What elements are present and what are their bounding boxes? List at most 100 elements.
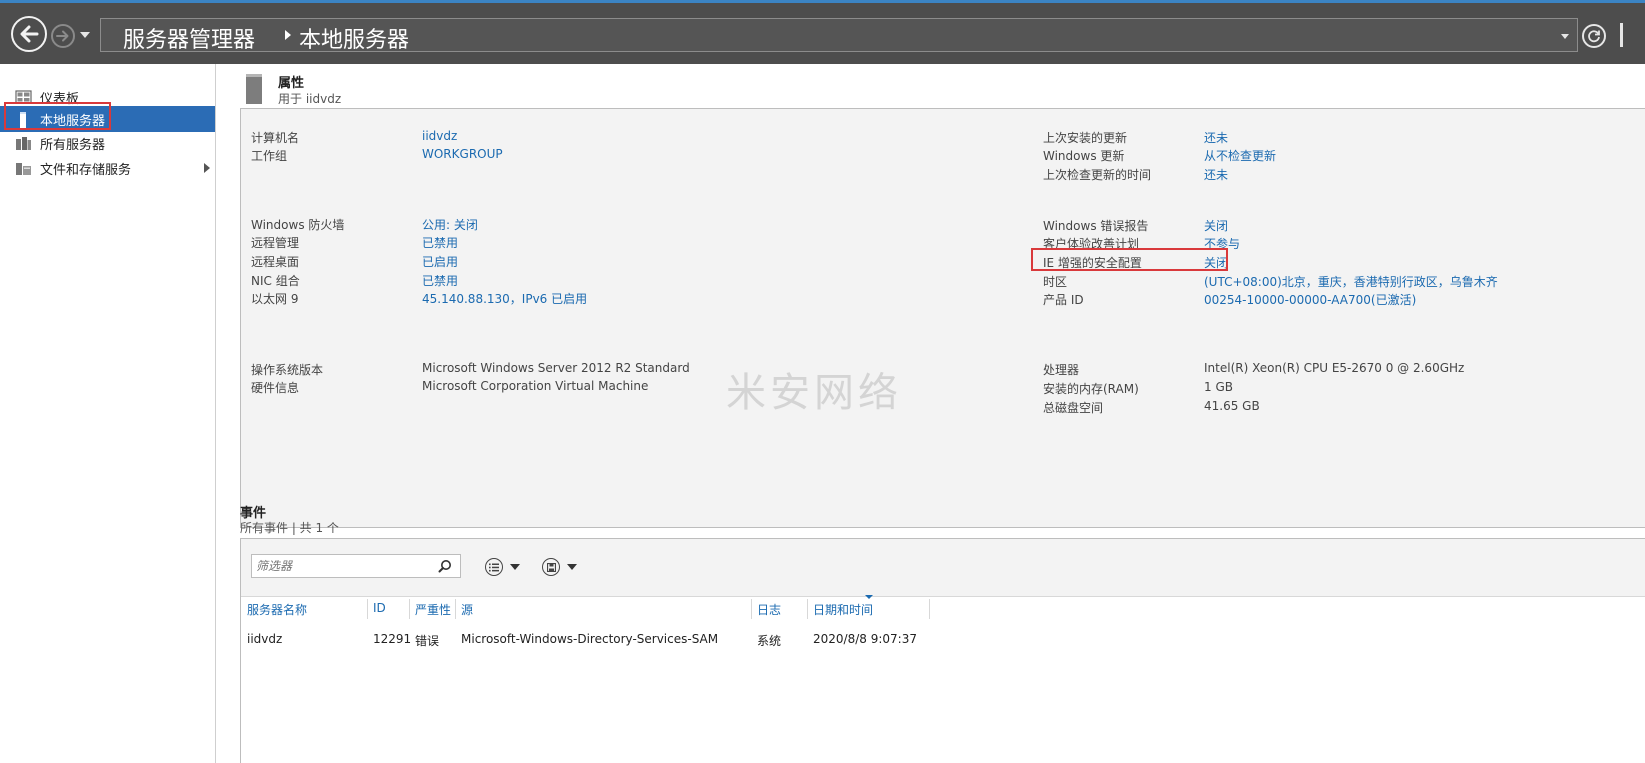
save-query-button[interactable]	[542, 556, 577, 578]
column-separator[interactable]	[367, 599, 368, 619]
flag-divider	[1620, 23, 1623, 47]
sidebar-item-file-storage[interactable]: 文件和存储服务	[0, 155, 215, 181]
prop-label: 时区	[1043, 275, 1068, 289]
column-separator[interactable]	[455, 599, 456, 619]
prop-label: 产品 ID	[1043, 293, 1084, 307]
sidebar-item-label: 本地服务器	[40, 113, 106, 129]
search-button[interactable]	[434, 556, 456, 576]
prop-label: 以太网 9	[251, 292, 299, 306]
workgroup-link[interactable]: WORKGROUP	[422, 147, 503, 161]
breadcrumb-root[interactable]: 服务器管理器	[123, 22, 255, 54]
prop-label: 安装的内存(RAM)	[1043, 382, 1139, 396]
events-subtitle: 所有事件 | 共 1 个	[240, 521, 339, 535]
ceip-link[interactable]: 不参与	[1204, 235, 1240, 252]
cell-server-name: iidvdz	[247, 632, 283, 646]
remote-desktop-link[interactable]: 已启用	[422, 253, 458, 270]
title-bar: 服务器管理器 本地服务器	[0, 0, 1645, 64]
prop-label: Windows 错误报告	[1043, 219, 1149, 233]
product-id-link[interactable]: 00254-10000-00000-AA700(已激活)	[1204, 291, 1416, 308]
ram-value: 1 GB	[1204, 380, 1233, 394]
column-separator[interactable]	[409, 599, 410, 619]
column-header-source[interactable]: 源	[461, 601, 473, 618]
back-button[interactable]	[11, 16, 47, 52]
events-toolbar	[241, 539, 1645, 597]
forward-button[interactable]	[51, 24, 75, 48]
main-content: 属性 用于 iidvdz 计算机名 工作组 Windows 防火墙 远程管理 远…	[216, 64, 1645, 763]
cell-source: Microsoft-Windows-Directory-Services-SAM	[461, 632, 719, 646]
last-update-link[interactable]: 还未	[1204, 129, 1228, 146]
sidebar-item-all-servers[interactable]: 所有服务器	[0, 130, 215, 156]
arrow-left-icon	[20, 25, 39, 43]
firewall-link[interactable]: 公用: 关闭	[422, 216, 478, 233]
sidebar-item-label: 所有服务器	[40, 137, 106, 153]
breadcrumb-current: 本地服务器	[299, 28, 410, 53]
properties-panel: 计算机名 工作组 Windows 防火墙 远程管理 远程桌面 NIC 组合 以太…	[240, 108, 1645, 528]
expand-arrow-icon[interactable]	[204, 163, 210, 173]
prop-label: NIC 组合	[251, 274, 300, 288]
column-header-id[interactable]: ID	[373, 601, 386, 615]
prop-label: 客户体验改善计划	[1043, 237, 1140, 251]
column-header-server-name[interactable]: 服务器名称	[247, 601, 307, 618]
prop-label: 上次检查更新的时间	[1043, 168, 1152, 182]
breadcrumb[interactable]: 服务器管理器 本地服务器	[100, 18, 1578, 54]
servers-icon	[15, 135, 32, 151]
dashboard-icon	[15, 89, 32, 105]
remote-management-link[interactable]: 已禁用	[422, 234, 458, 251]
prop-label: Windows 更新	[1043, 149, 1125, 163]
processor-value: Intel(R) Xeon(R) CPU E5-2670 0 @ 2.60GHz	[1204, 361, 1465, 375]
ethernet-link[interactable]: 45.140.88.130，IPv6 已启用	[422, 290, 587, 307]
properties-subtitle: 用于 iidvdz	[278, 92, 342, 106]
column-header-log[interactable]: 日志	[757, 601, 781, 618]
nic-teaming-link[interactable]: 已禁用	[422, 272, 458, 289]
history-dropdown-icon[interactable]	[80, 32, 90, 38]
sort-descending-icon	[865, 595, 873, 599]
sidebar-item-local-server[interactable]: 本地服务器	[0, 106, 215, 132]
computer-name-link[interactable]: iidvdz	[422, 129, 457, 143]
sidebar-item-label: 仪表板	[40, 91, 80, 107]
filter-input[interactable]	[251, 554, 461, 578]
search-icon	[438, 560, 451, 573]
column-separator[interactable]	[751, 599, 752, 619]
sidebar: 仪表板 本地服务器 所有服务器 文件和存储服务	[0, 64, 216, 763]
column-separator[interactable]	[929, 599, 930, 619]
refresh-icon	[1588, 30, 1600, 43]
column-header-severity[interactable]: 严重性	[415, 601, 451, 618]
list-options-button[interactable]	[485, 556, 520, 578]
prop-label: 远程管理	[251, 236, 300, 250]
os-version-value: Microsoft Windows Server 2012 R2 Standar…	[422, 361, 690, 375]
properties-server-icon	[246, 74, 262, 104]
column-header-datetime[interactable]: 日期和时间	[813, 601, 873, 618]
prop-label: IE 增强的安全配置	[1043, 256, 1142, 270]
list-icon	[485, 558, 503, 576]
timezone-link[interactable]: (UTC+08:00)北京，重庆，香港特别行政区，乌鲁木齐	[1204, 273, 1498, 290]
server-icon	[15, 111, 32, 128]
file-storage-icon	[15, 160, 32, 176]
breadcrumb-dropdown-icon[interactable]	[1561, 34, 1569, 39]
table-row[interactable]	[241, 625, 1645, 651]
prop-label: 计算机名	[251, 131, 300, 145]
refresh-button[interactable]	[1582, 24, 1606, 48]
windows-update-link[interactable]: 从不检查更新	[1204, 147, 1276, 164]
chevron-down-icon	[567, 564, 577, 570]
prop-label: 总磁盘空间	[1043, 401, 1104, 415]
prop-label: 处理器	[1043, 363, 1080, 377]
prop-label: 操作系统版本	[251, 363, 324, 377]
breadcrumb-separator-icon	[285, 30, 291, 40]
cell-log: 系统	[757, 634, 782, 648]
hardware-info-value: Microsoft Corporation Virtual Machine	[422, 379, 649, 393]
prop-label: 上次安装的更新	[1043, 131, 1128, 145]
last-check-link[interactable]: 还未	[1204, 166, 1228, 183]
disk-space-value: 41.65 GB	[1204, 399, 1260, 413]
save-icon	[542, 558, 560, 576]
arrow-right-icon	[56, 30, 69, 42]
column-separator[interactable]	[807, 599, 808, 619]
prop-label: Windows 防火墙	[251, 218, 345, 232]
error-reporting-link[interactable]: 关闭	[1204, 217, 1228, 234]
properties-title: 属性	[278, 76, 305, 91]
cell-severity: 错误	[415, 634, 440, 648]
cell-datetime: 2020/8/8 9:07:37	[813, 632, 917, 646]
cell-id: 12291	[373, 632, 412, 646]
events-panel: 服务器名称 ID 严重性 源 日志 日期和时间 iidvdz 12291 错误 …	[240, 538, 1645, 763]
ie-esc-link[interactable]: 关闭	[1204, 254, 1228, 271]
sidebar-item-label: 文件和存储服务	[40, 162, 132, 178]
